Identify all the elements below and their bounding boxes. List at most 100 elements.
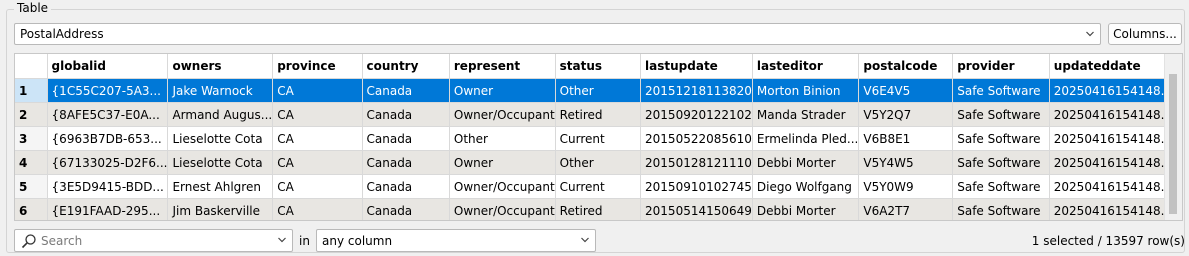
column-header-provider[interactable]: provider [952,54,1050,79]
cell-lasteditor[interactable]: Debbi Morter [752,150,860,175]
column-header-province[interactable]: province [272,54,363,79]
cell-postalcode[interactable]: V6E4V5 [858,78,954,103]
cell-province[interactable]: CA [272,78,363,103]
cell-lastupdate[interactable]: 20150522085610 [640,126,753,151]
cell-provider[interactable]: Safe Software [952,174,1050,199]
cell-status[interactable]: Current [555,126,642,151]
chevron-down-icon [1086,31,1094,37]
cell-lasteditor[interactable]: Morton Binion [752,78,860,103]
column-header-globalid[interactable]: globalid [47,54,169,79]
columns-button[interactable]: Columns... [1108,23,1182,45]
cell-province[interactable]: CA [272,198,363,220]
column-header-owners[interactable]: owners [167,54,274,79]
cell-provider[interactable]: Safe Software [952,126,1050,151]
cell-represent[interactable]: Owner [449,78,556,103]
cell-globalid[interactable]: {67133025-D2F6... [47,150,169,175]
cell-globalid[interactable]: {E191FAAD-295... [47,198,169,220]
column-header-postalcode[interactable]: postalcode [858,54,954,79]
vertical-scrollbar[interactable] [1164,54,1182,220]
cell-lasteditor[interactable]: Diego Wolfgang [752,174,860,199]
cell-lastupdate[interactable]: 20150920122102 [640,102,753,127]
layer-select-value: PostalAddress [20,27,104,41]
cell-updateddate[interactable]: 20250416154148.... [1049,174,1178,199]
cell-lastupdate[interactable]: 20151218113820 [640,78,753,103]
cell-status[interactable]: Other [555,78,642,103]
table-row[interactable]: 3 {6963B7DB-653... Lieselotte Cota CA Canada… [15,126,1182,151]
row-number[interactable]: 3 [15,126,48,151]
cell-represent[interactable]: Owner/Occupant [449,102,556,127]
row-number[interactable]: 6 [15,198,48,220]
column-header-country[interactable]: country [362,54,450,79]
cell-country[interactable]: Canada [362,102,450,127]
cell-country[interactable]: Canada [362,126,450,151]
cell-updateddate[interactable]: 20250416154148.... [1049,198,1178,220]
cell-status[interactable]: Retired [555,102,642,127]
cell-globalid[interactable]: {8AFE5C37-E0A... [47,102,169,127]
cell-represent[interactable]: Owner [449,150,556,175]
column-header-represent[interactable]: represent [449,54,556,79]
cell-provider[interactable]: Safe Software [952,78,1050,103]
column-header-status[interactable]: status [555,54,642,79]
cell-provider[interactable]: Safe Software [952,102,1050,127]
cell-postalcode[interactable]: V5Y4W5 [858,150,954,175]
row-number[interactable]: 5 [15,174,48,199]
cell-lasteditor[interactable]: Debbi Morter [752,198,860,220]
cell-country[interactable]: Canada [362,198,450,220]
table-row[interactable]: 6 {E191FAAD-295... Jim Baskerville CA Canada… [15,198,1182,220]
table-row[interactable]: 5 {3E5D9415-BDD... Ernest Ahlgren CA Canada O… [15,174,1182,199]
cell-globalid[interactable]: {6963B7DB-653... [47,126,169,151]
cell-owners[interactable]: Lieselotte Cota [167,150,274,175]
row-number[interactable]: 2 [15,102,48,127]
cell-lastupdate[interactable]: 20150910102745 [640,174,753,199]
column-header-lasteditor[interactable]: lasteditor [752,54,860,79]
cell-postalcode[interactable]: V6A2T7 [858,198,954,220]
cell-lastupdate[interactable]: 20150514150649 [640,198,753,220]
cell-represent[interactable]: Owner/Occupant [449,198,556,220]
column-header-updateddate[interactable]: updateddate [1049,54,1178,79]
chevron-down-icon[interactable] [278,237,286,243]
cell-status[interactable]: Retired [555,198,642,220]
row-number[interactable]: 4 [15,150,48,175]
cell-province[interactable]: CA [272,174,363,199]
cell-owners[interactable]: Lieselotte Cota [167,126,274,151]
cell-province[interactable]: CA [272,102,363,127]
corner-header[interactable] [15,54,48,79]
cell-provider[interactable]: Safe Software [952,150,1050,175]
cell-represent[interactable]: Other [449,126,556,151]
cell-postalcode[interactable]: V5Y2Q7 [858,102,954,127]
cell-lasteditor[interactable]: Ermelinda Pled... [752,126,860,151]
cell-lasteditor[interactable]: Manda Strader [752,102,860,127]
cell-status[interactable]: Other [555,150,642,175]
cell-provider[interactable]: Safe Software [952,198,1050,220]
search-input[interactable] [41,232,276,249]
cell-updateddate[interactable]: 20250416154148.... [1049,150,1178,175]
cell-updateddate[interactable]: 20250416154148.... [1049,126,1178,151]
table-row[interactable]: 2 {8AFE5C37-E0A... Armand Augus... CA Canada… [15,102,1182,127]
cell-owners[interactable]: Jake Warnock [167,78,274,103]
cell-province[interactable]: CA [272,150,363,175]
cell-updateddate[interactable]: 20250416154148.... [1049,102,1178,127]
cell-province[interactable]: CA [272,126,363,151]
layer-select[interactable]: PostalAddress [14,23,1101,45]
cell-lastupdate[interactable]: 20150128121110 [640,150,753,175]
cell-country[interactable]: Canada [362,78,450,103]
scrollbar-thumb[interactable] [1169,74,1177,214]
cell-owners[interactable]: Armand Augus... [167,102,274,127]
cell-owners[interactable]: Jim Baskerville [167,198,274,220]
column-header-lastupdate[interactable]: lastupdate [640,54,753,79]
cell-owners[interactable]: Ernest Ahlgren [167,174,274,199]
cell-country[interactable]: Canada [362,150,450,175]
column-filter-select[interactable]: any column [316,229,596,252]
table-row[interactable]: 4 {67133025-D2F6... Lieselotte Cota CA Canad… [15,150,1182,175]
row-number[interactable]: 1 [15,78,48,103]
table-row[interactable]: 1 {1C55C207-5A3... Jake Warnock CA Canada Own… [15,78,1182,103]
cell-status[interactable]: Current [555,174,642,199]
cell-postalcode[interactable]: V6B8E1 [858,126,954,151]
cell-represent[interactable]: Owner/Occupant [449,174,556,199]
cell-updateddate[interactable]: 20250416154148.... [1049,78,1178,103]
cell-postalcode[interactable]: V5Y0W9 [858,174,954,199]
cell-globalid[interactable]: {1C55C207-5A3... [47,78,169,103]
cell-country[interactable]: Canada [362,174,450,199]
search-field[interactable] [14,229,293,252]
cell-globalid[interactable]: {3E5D9415-BDD... [47,174,169,199]
